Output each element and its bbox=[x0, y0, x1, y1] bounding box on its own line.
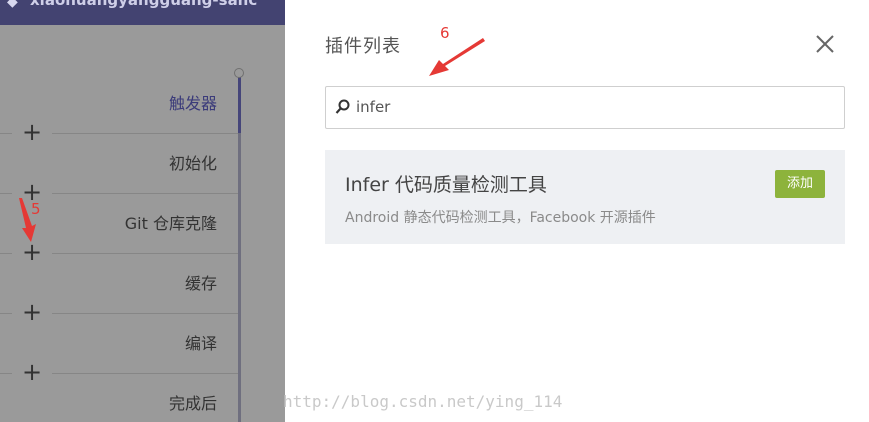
stage-divider-left bbox=[0, 313, 12, 314]
stage-divider-left bbox=[0, 373, 12, 374]
stage-divider bbox=[52, 133, 238, 134]
drawer-title: 插件列表 bbox=[325, 36, 401, 57]
add-step-button[interactable]: + bbox=[22, 120, 42, 144]
stage-divider-left bbox=[0, 253, 12, 254]
stage-track-active bbox=[238, 75, 241, 133]
search-icon bbox=[335, 99, 350, 114]
plugin-title: Infer 代码质量检测工具 bbox=[345, 174, 547, 196]
plugin-search-input[interactable] bbox=[356, 97, 826, 117]
add-plugin-button[interactable]: 添加 bbox=[775, 170, 825, 198]
stage-trigger[interactable]: 触发器 bbox=[169, 93, 217, 115]
stage-divider-left bbox=[0, 133, 12, 134]
top-bar: ◆ xiaohuangyangguang-sanc bbox=[0, 0, 285, 25]
stage-divider bbox=[52, 313, 238, 314]
add-step-button[interactable]: + bbox=[22, 360, 42, 384]
watermark: http://blog.csdn.net/ying_114 bbox=[283, 392, 563, 411]
project-title: xiaohuangyangguang-sanc bbox=[30, 0, 258, 9]
plugin-search-box[interactable] bbox=[325, 86, 845, 129]
stage-cache[interactable]: 缓存 bbox=[185, 273, 217, 295]
plugin-result-item: Infer 代码质量检测工具 Android 静态代码检测工具，Facebook… bbox=[325, 150, 845, 244]
stage-after-complete[interactable]: 完成后 bbox=[169, 393, 217, 415]
annotation-arrow-icon bbox=[429, 38, 485, 76]
stage-build[interactable]: 编译 bbox=[185, 333, 217, 355]
track-start-dot bbox=[234, 68, 244, 78]
add-step-button[interactable]: + bbox=[22, 240, 42, 264]
close-icon[interactable] bbox=[814, 33, 836, 55]
add-step-button[interactable]: + bbox=[22, 300, 42, 324]
stage-init[interactable]: 初始化 bbox=[169, 153, 217, 175]
stage-divider bbox=[52, 193, 238, 194]
plugin-description: Android 静态代码检测工具，Facebook 开源插件 bbox=[345, 210, 656, 226]
diamond-icon: ◆ bbox=[7, 0, 18, 10]
stage-divider bbox=[52, 253, 238, 254]
stage-divider-left bbox=[0, 193, 12, 194]
stage-git-clone[interactable]: Git 仓库克隆 bbox=[125, 213, 217, 235]
stage-divider bbox=[52, 373, 238, 374]
annotation-arrow-icon bbox=[19, 198, 36, 242]
plugin-drawer: 插件列表 6 Infer 代码质量检测工具 Android 静态代码检测工具，F… bbox=[285, 0, 869, 422]
pipeline-background: ◆ xiaohuangyangguang-sanc 触发器 初始化 Git 仓库… bbox=[0, 0, 285, 422]
